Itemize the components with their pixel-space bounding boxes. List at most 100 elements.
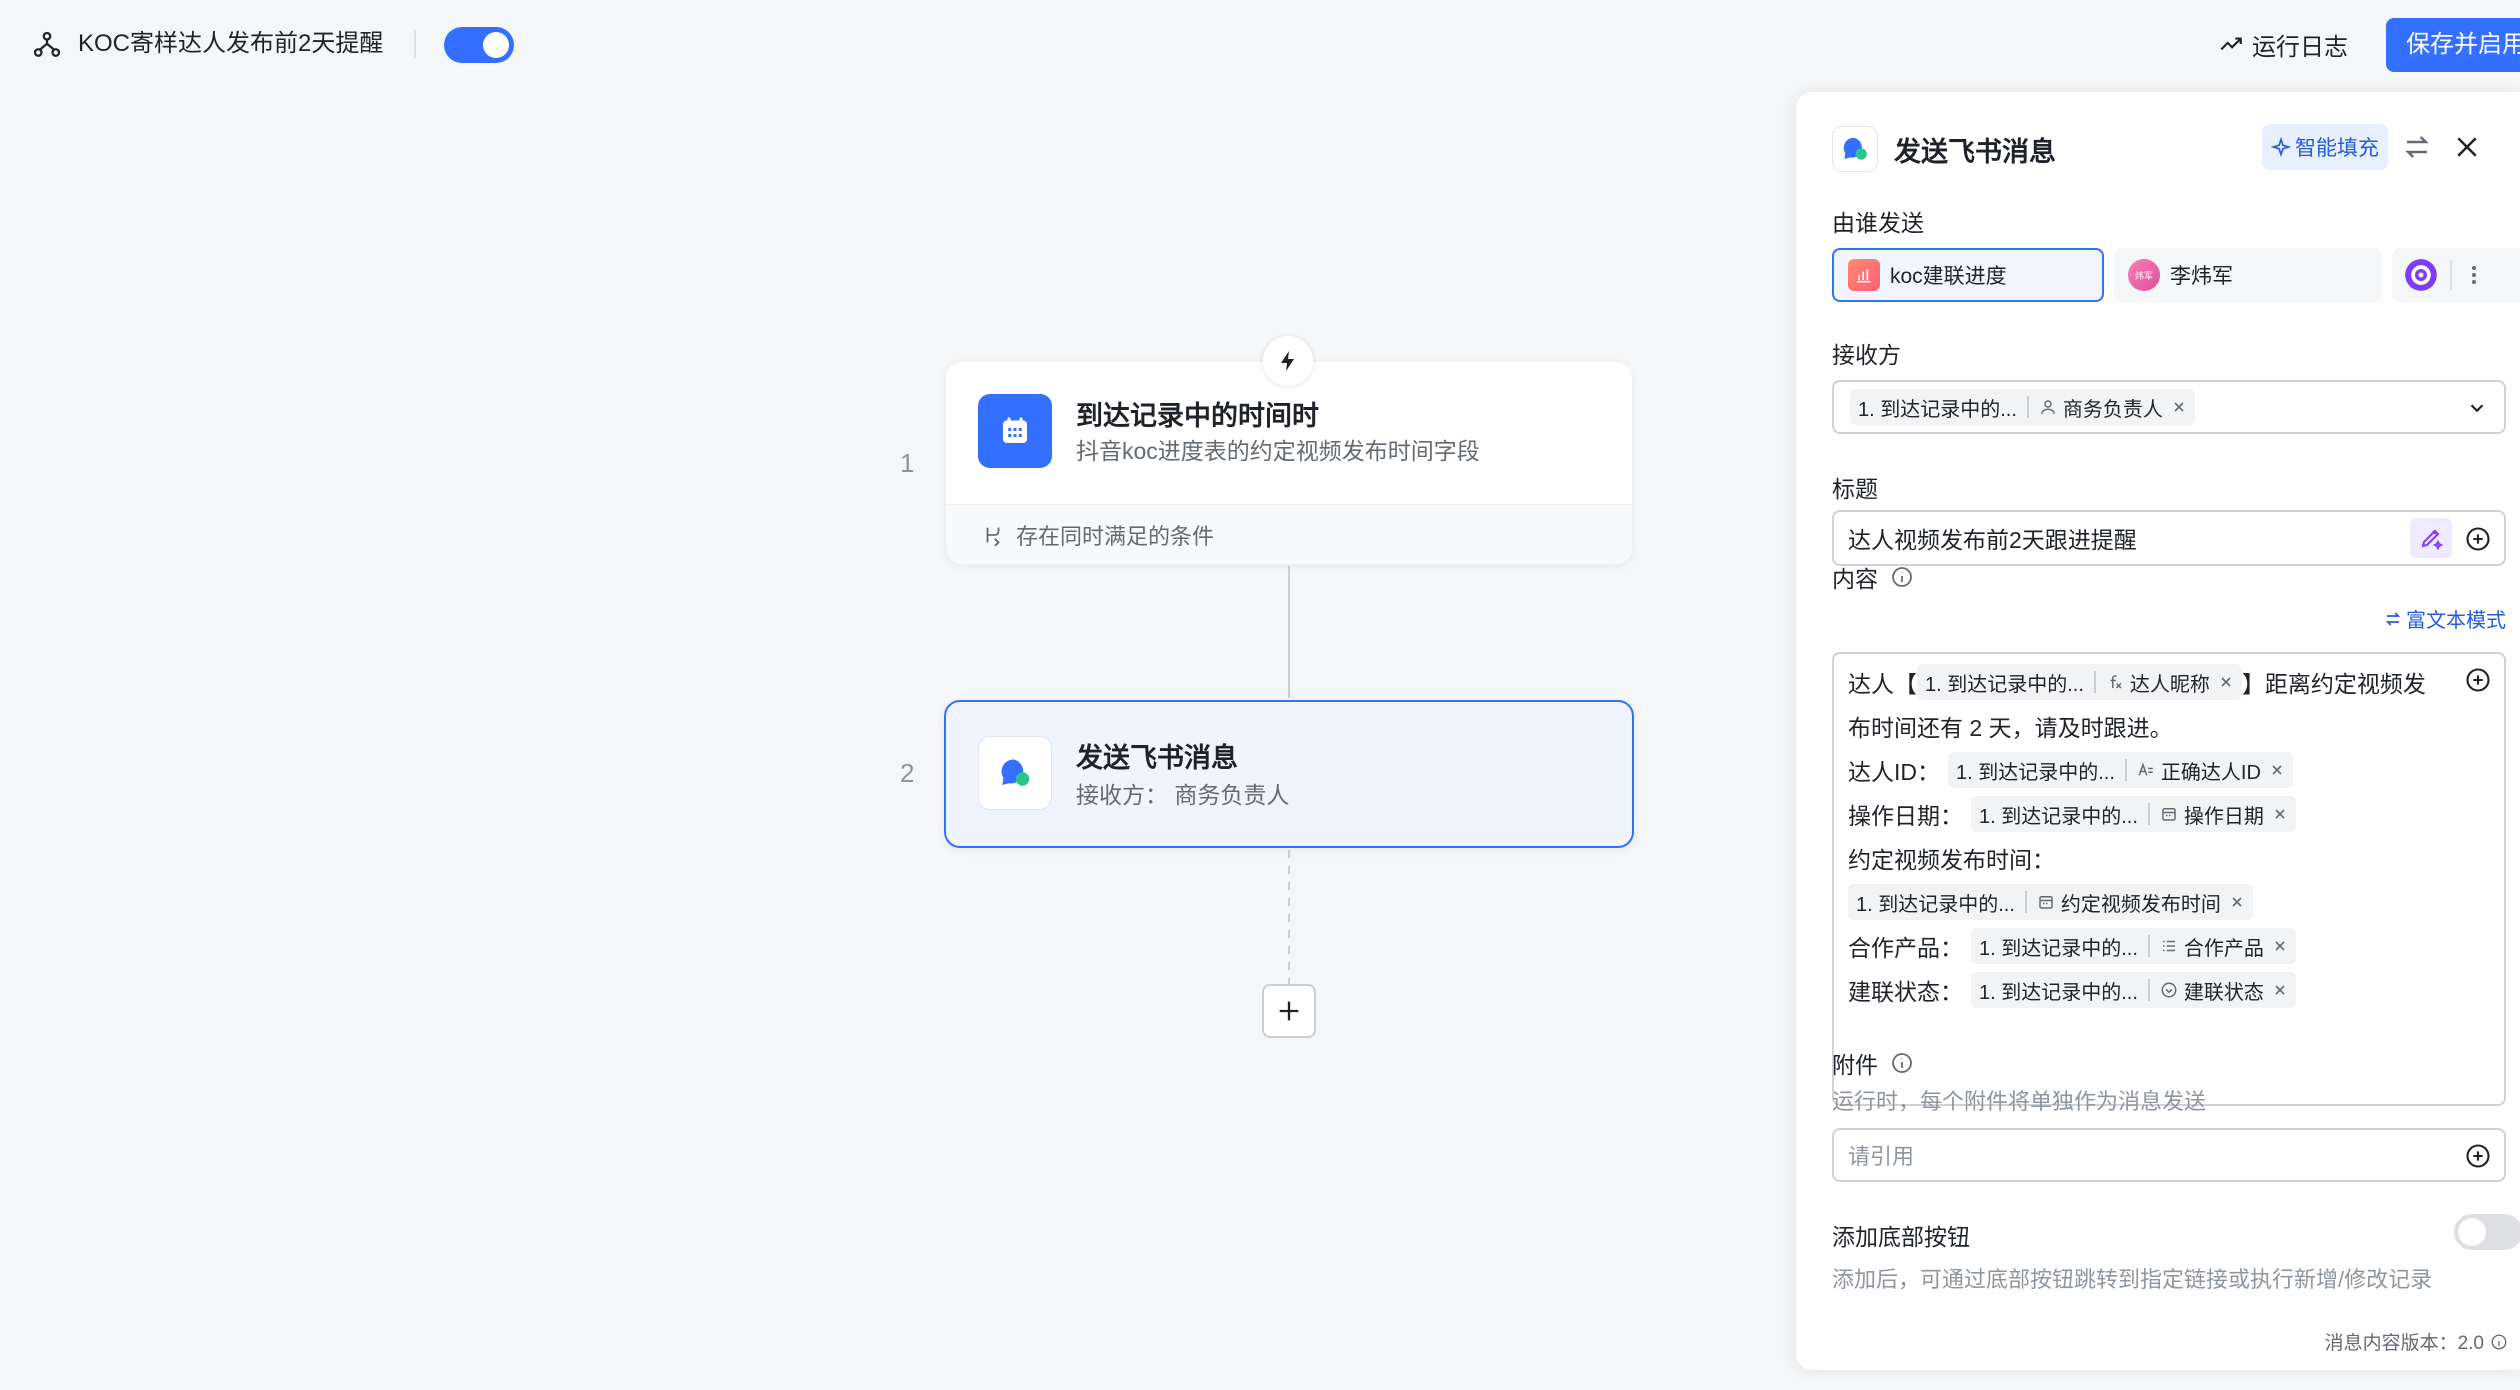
content-tag[interactable]: 1. 到达记录中的... 约定视频发布时间 xyxy=(1848,884,2253,920)
receiver-tag[interactable]: 1. 到达记录中的... 商务负责人 xyxy=(1850,389,2195,425)
info-icon[interactable] xyxy=(2490,1333,2508,1351)
tag-source: 1. 到达记录中的... xyxy=(1956,761,2115,784)
tag-field: 约定视频发布时间 xyxy=(2060,893,2221,916)
info-icon[interactable] xyxy=(1890,565,1914,589)
tag-source: 1. 到达记录中的... xyxy=(1858,398,2017,421)
remove-tag-icon[interactable] xyxy=(2218,674,2234,690)
text-field-icon xyxy=(2138,762,2153,776)
attachment-input[interactable]: 请引用 xyxy=(1832,1128,2506,1182)
trigger-node-card[interactable]: 到达记录中的时间时 抖音koc进度表的约定视频发布时间字段 存在同时满足的条件 xyxy=(946,362,1632,564)
action-node-icon xyxy=(978,736,1052,810)
remove-tag-icon[interactable] xyxy=(2272,938,2288,954)
person-icon xyxy=(2041,400,2055,414)
attachment-label: 附件 xyxy=(1832,1052,1878,1078)
workflow-enable-toggle[interactable] xyxy=(444,27,514,63)
content-tag[interactable]: 1. 到达记录中的... 操作日期 xyxy=(1971,796,2296,832)
action-node-title: 发送飞书消息 xyxy=(1076,743,1238,773)
content-text: 】距离约定视频发 xyxy=(2241,671,2426,697)
panel-node-icon xyxy=(1832,126,1878,172)
tag-source: 1. 到达记录中的... xyxy=(1979,981,2138,1004)
chevron-down-icon[interactable] xyxy=(2466,397,2488,419)
ai-pen-icon xyxy=(2421,529,2443,550)
switch-action-button[interactable] xyxy=(2400,130,2434,164)
feishu-message-icon xyxy=(1843,137,1867,160)
content-text: 达人【 xyxy=(1848,671,1917,697)
remove-tag-icon[interactable] xyxy=(2269,762,2285,778)
bot-avatar xyxy=(1848,259,1880,291)
content-text: 布时间还有 2 天，请及时跟进。 xyxy=(1848,715,2173,741)
content-tag[interactable]: 1. 到达记录中的... 合作产品 xyxy=(1971,928,2296,964)
sender-label: 由谁发送 xyxy=(1832,210,1924,236)
swap-icon xyxy=(2385,611,2401,626)
single-select-icon xyxy=(2161,982,2177,998)
workflow-icon xyxy=(33,31,61,57)
workflow-title[interactable]: KOC寄样达人发布前2天提醒 xyxy=(78,26,383,62)
run-log-label: 运行日志 xyxy=(2252,33,2348,61)
close-icon xyxy=(2457,137,2477,157)
content-label-row: 内容 xyxy=(1832,560,1914,594)
add-reference-icon[interactable] xyxy=(2464,525,2492,553)
sender-option-user[interactable]: 炜军 李炜军 xyxy=(2114,248,2382,302)
trigger-node-title: 到达记录中的时间时 xyxy=(1076,401,1319,431)
content-line: 建联状态： 1. 到达记录中的... 建联状态 xyxy=(1848,968,2454,1012)
content-line: 合作产品： 1. 到达记录中的... 合作产品 xyxy=(1848,924,2454,968)
trend-icon xyxy=(2220,37,2242,51)
smart-fill-button[interactable]: 智能填充 xyxy=(2262,124,2388,170)
content-label: 内容 xyxy=(1832,566,1878,592)
receiver-select[interactable]: 1. 到达记录中的... 商务负责人 xyxy=(1832,380,2506,434)
message-version: 消息内容版本：2.0 xyxy=(2325,1328,2508,1355)
title-value: 达人视频发布前2天跟进提醒 xyxy=(1848,527,2137,553)
info-icon[interactable] xyxy=(1890,1051,1914,1075)
version-text: 消息内容版本：2.0 xyxy=(2324,1333,2484,1354)
remove-tag-icon[interactable] xyxy=(2272,806,2288,822)
divider xyxy=(2450,260,2452,290)
rich-text-mode-button[interactable]: 富文本模式 xyxy=(2384,604,2506,633)
content-field-label: 合作产品： xyxy=(1848,935,1963,961)
action-config-panel: 发送飞书消息 智能填充 由谁发送 koc建联进度 炜军 李炜军 接收方 1. 到… xyxy=(1796,92,2520,1370)
ai-write-button[interactable] xyxy=(2410,518,2452,558)
run-log-button[interactable]: 运行日志 xyxy=(2218,24,2348,64)
title-input[interactable]: 达人视频发布前2天跟进提醒 xyxy=(1832,510,2506,566)
date-field-icon xyxy=(2162,808,2176,821)
content-field-label: 操作日期： xyxy=(1848,803,1963,829)
add-reference-icon[interactable] xyxy=(2464,1142,2492,1170)
bottom-button-label: 添加底部按钮 xyxy=(1832,1224,1970,1250)
branch-icon xyxy=(986,527,1000,546)
tag-source: 1. 到达记录中的... xyxy=(1979,937,2138,960)
remove-tag-icon[interactable] xyxy=(2272,982,2288,998)
trigger-badge xyxy=(1263,336,1313,386)
close-panel-button[interactable] xyxy=(2450,130,2484,164)
content-tag[interactable]: 1. 到达记录中的... 正确达人ID xyxy=(1948,752,2293,788)
smart-fill-label: 智能填充 xyxy=(2295,137,2379,160)
more-vertical-icon[interactable] xyxy=(2462,263,2486,287)
add-node-button[interactable] xyxy=(1262,984,1316,1038)
trigger-node-subtitle: 抖音koc进度表的约定视频发布时间字段 xyxy=(1076,438,1480,464)
sender-option-bot[interactable]: koc建联进度 xyxy=(1832,248,2104,302)
action-node-subtitle: 接收方： 商务负责人 xyxy=(1076,782,1290,808)
save-and-enable-button[interactable]: 保存并启用 xyxy=(2386,18,2520,72)
content-editor[interactable]: 达人【 1. 到达记录中的... 达人昵称 】距离约定视频发 布时间还有 2 天… xyxy=(1832,652,2506,1106)
sparkle-icon xyxy=(2271,137,2291,157)
action-node-card[interactable]: 发送飞书消息 接收方： 商务负责人 xyxy=(944,700,1634,848)
date-field-icon xyxy=(2039,896,2053,909)
content-line: 布时间还有 2 天，请及时跟进。 xyxy=(1848,704,2454,748)
tag-field: 操作日期 xyxy=(2183,805,2264,828)
content-line: 约定视频发布时间： xyxy=(1848,836,2454,880)
rich-text-mode-label: 富文本模式 xyxy=(2406,610,2506,632)
add-reference-icon[interactable] xyxy=(2464,666,2492,694)
content-line: 1. 到达记录中的... 约定视频发布时间 xyxy=(1848,880,2454,924)
top-bar: KOC寄样达人发布前2天提醒 运行日志 保存并启用 xyxy=(0,0,2520,88)
app-logo-icon[interactable] xyxy=(2402,256,2440,294)
trigger-node-icon xyxy=(978,394,1052,468)
content-tag[interactable]: 1. 到达记录中的... 达人昵称 xyxy=(1917,664,2242,700)
feishu-message-icon xyxy=(1001,759,1030,786)
trigger-condition-row[interactable]: 存在同时满足的条件 xyxy=(946,504,1632,564)
remove-tag-icon[interactable] xyxy=(2229,894,2245,910)
attachment-label-row: 附件 xyxy=(1832,1046,1914,1080)
bottom-button-toggle[interactable] xyxy=(2454,1214,2520,1250)
content-field-label: 约定视频发布时间： xyxy=(1848,847,2055,873)
bottom-button-hint: 添加后，可通过底部按钮跳转到指定链接或执行新增/修改记录 xyxy=(1832,1267,2433,1292)
remove-tag-icon[interactable] xyxy=(2171,399,2187,415)
content-tag[interactable]: 1. 到达记录中的... 建联状态 xyxy=(1971,972,2296,1008)
tag-field: 正确达人ID xyxy=(2160,761,2261,784)
